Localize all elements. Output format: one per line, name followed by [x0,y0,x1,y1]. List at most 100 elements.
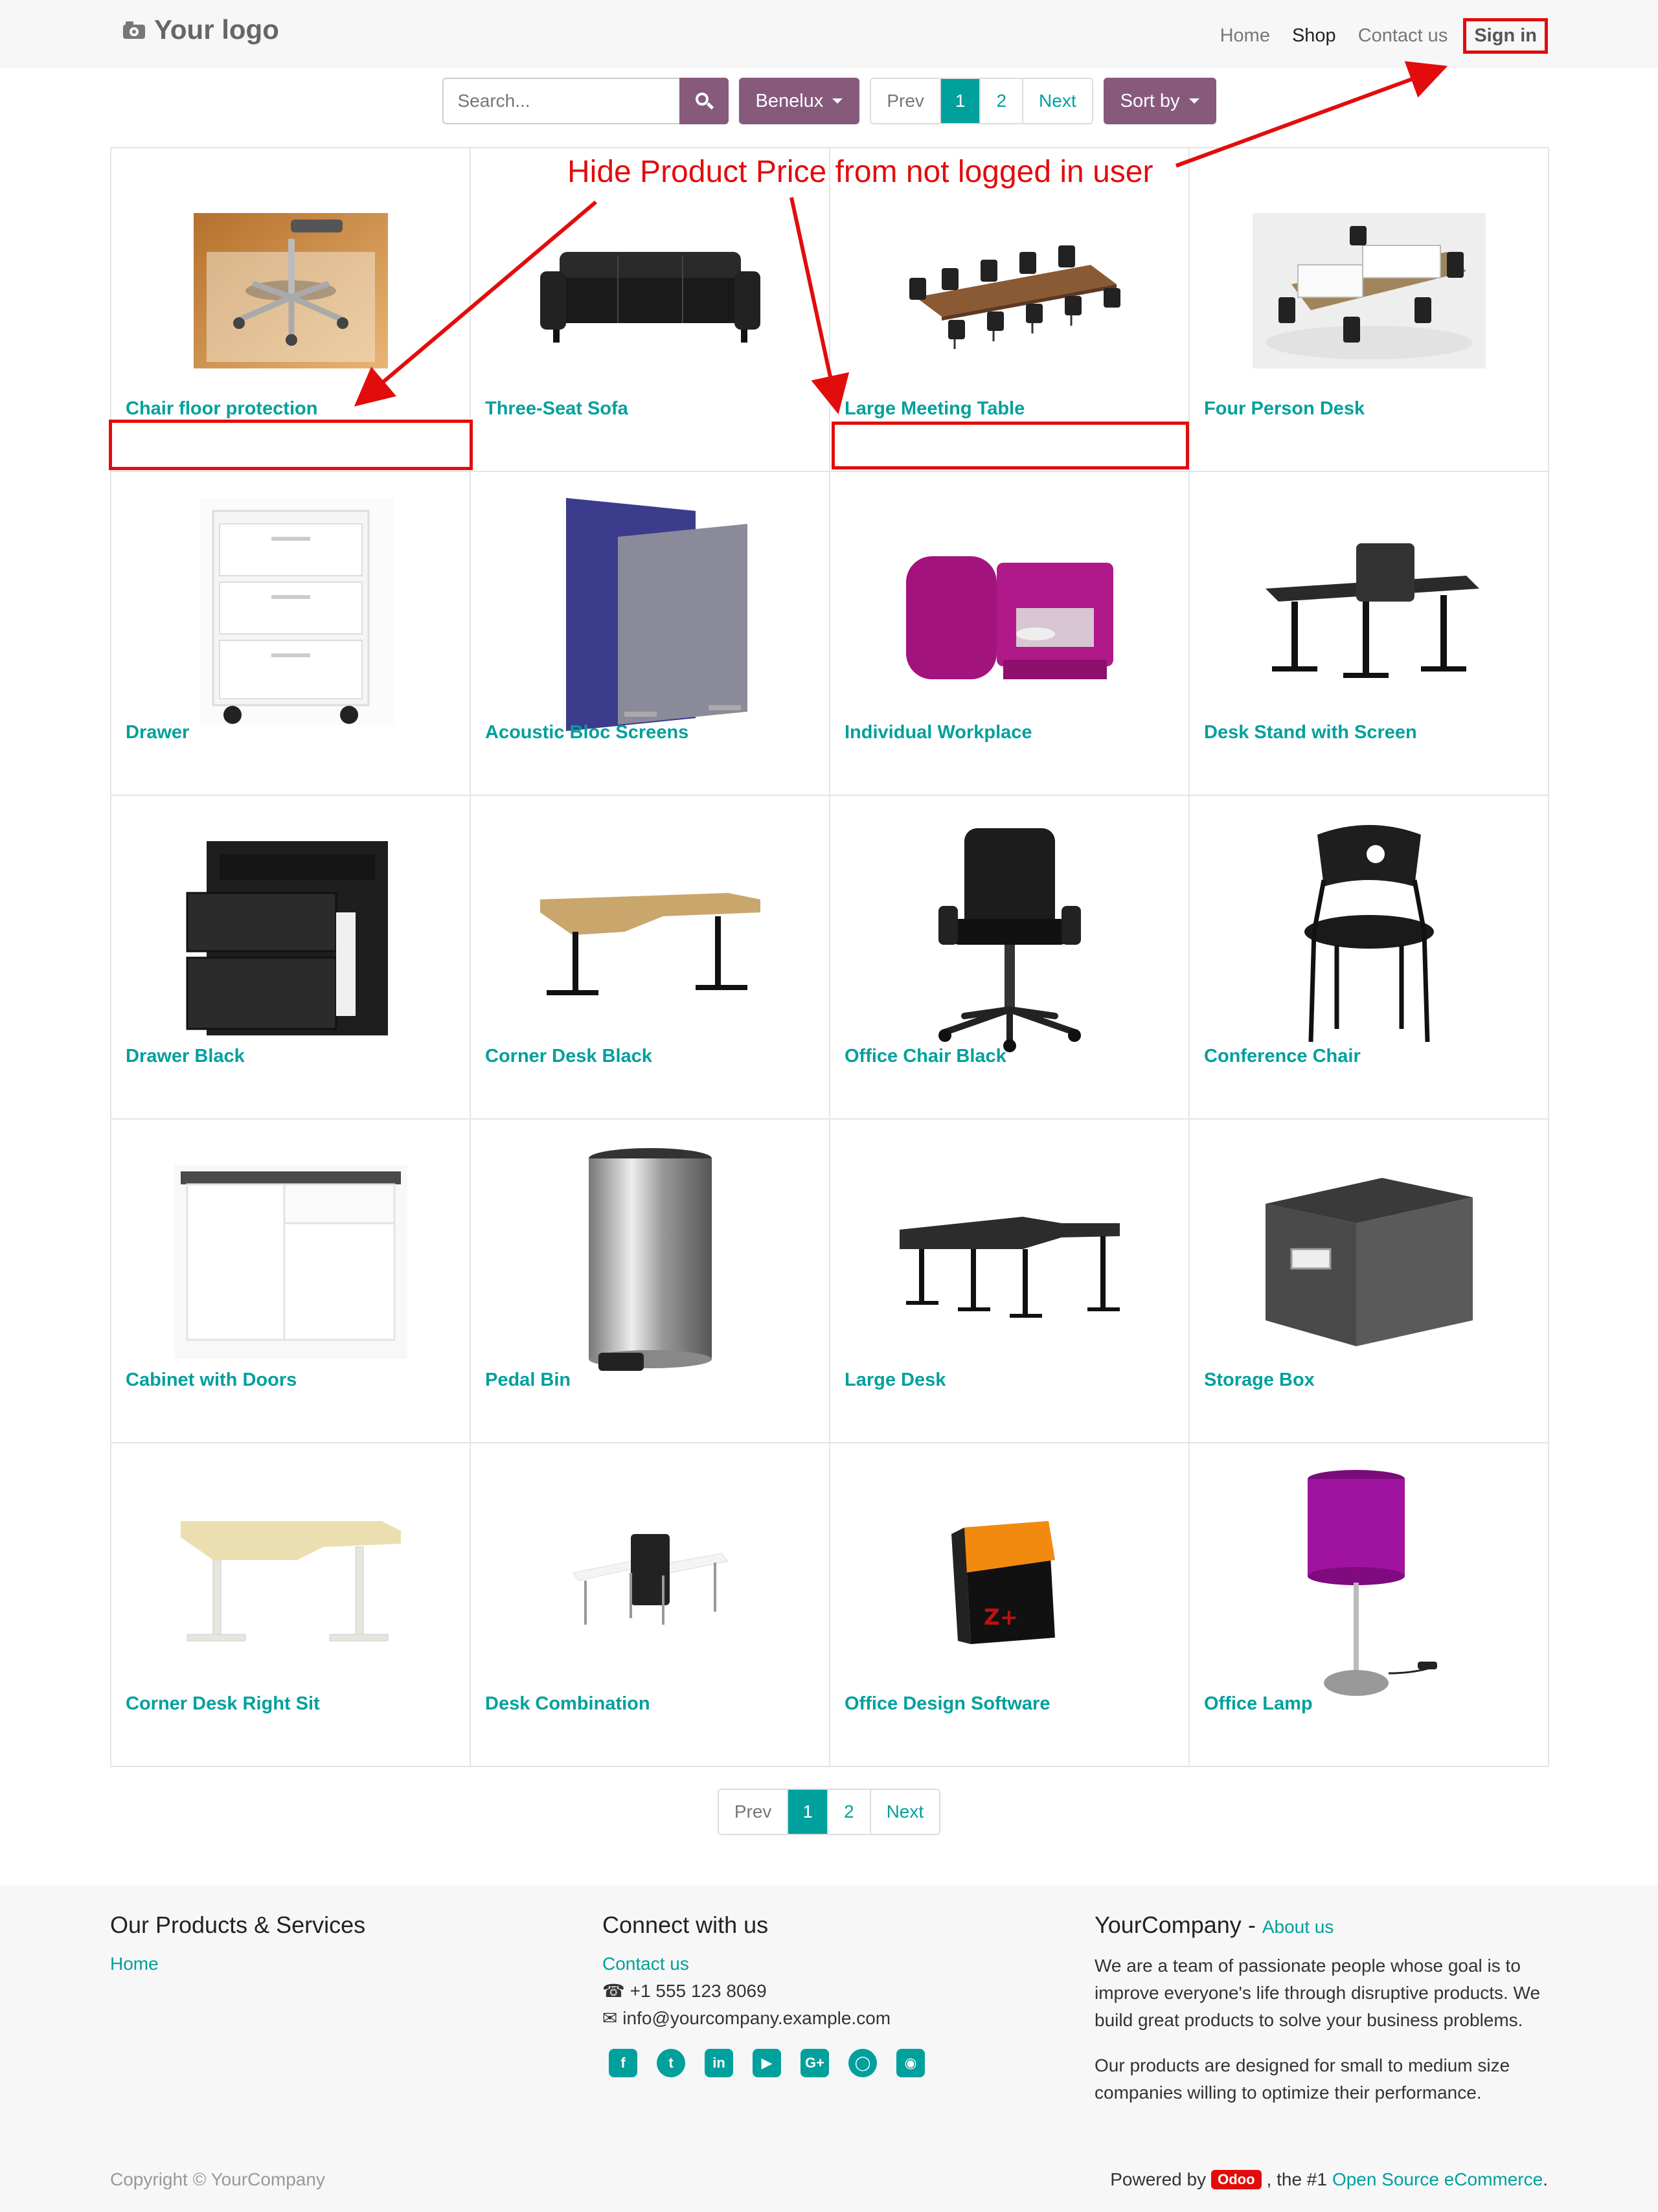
product-image[interactable] [111,1463,470,1709]
product-name[interactable]: Large Meeting Table [845,398,1025,420]
product-name[interactable]: Large Desk [845,1370,946,1391]
footer-link-contact[interactable]: Contact us [602,1954,689,1974]
youtube-icon[interactable]: ▶ [753,2049,781,2077]
pricelist-dropdown[interactable]: Benelux [738,78,860,124]
product-image[interactable]: Z+ [830,1463,1188,1709]
product-image[interactable] [1190,815,1548,1061]
twitter-icon[interactable]: t [657,2049,685,2077]
product-image[interactable] [471,1463,829,1709]
pager-next[interactable]: Next [869,1790,940,1834]
pager-page-1[interactable]: 1 [939,79,980,123]
product-name[interactable]: Office Chair Black [845,1046,1006,1067]
pager-page-2[interactable]: 2 [979,79,1023,123]
product-image[interactable] [1190,168,1548,414]
product-name[interactable]: Corner Desk Black [485,1046,652,1067]
github-icon[interactable]: ◯ [848,2049,877,2077]
product-image[interactable] [471,491,829,738]
email-address[interactable]: info@yourcompany.example.com [622,2008,891,2028]
product-name[interactable]: Drawer Black [126,1046,245,1067]
product-name[interactable]: Acoustic Bloc Screens [485,722,688,743]
google-plus-icon[interactable]: G+ [801,2049,829,2077]
pager-next[interactable]: Next [1022,79,1092,123]
footer-email: ✉ info@yourcompany.example.com [602,2005,1017,2032]
product-card[interactable]: Individual Workplace [830,472,1190,796]
pager-page-1[interactable]: 1 [787,1790,827,1834]
product-card[interactable]: Large Desk [830,1120,1190,1443]
phone-icon: ☎ [602,1981,625,2001]
product-card[interactable]: Conference Chair [1190,796,1549,1120]
pager-page-2[interactable]: 2 [827,1790,870,1834]
product-grid: Chair floor protection Three-Seat Sofa L… [110,147,1549,1767]
facebook-icon[interactable]: f [609,2049,637,2077]
linkedin-icon[interactable]: in [705,2049,733,2077]
product-image[interactable] [111,815,470,1061]
product-image[interactable] [1190,491,1548,738]
product-image[interactable] [1190,1463,1548,1709]
product-name[interactable]: Desk Combination [485,1693,650,1715]
product-card[interactable]: Four Person Desk [1190,148,1549,472]
product-card[interactable]: Cabinet with Doors [111,1120,471,1443]
nav-contact-us[interactable]: Contact us [1358,25,1448,47]
product-name[interactable]: Corner Desk Right Sit [126,1693,320,1715]
product-name[interactable]: Storage Box [1204,1370,1315,1391]
about-us-link[interactable]: About us [1262,1917,1334,1937]
product-image[interactable] [830,491,1188,738]
sign-in-link[interactable]: Sign in [1474,25,1537,46]
product-card[interactable]: Desk Stand with Screen [1190,472,1549,796]
product-name[interactable]: Individual Workplace [845,722,1032,743]
search-group [442,78,729,124]
product-name[interactable]: Conference Chair [1204,1046,1361,1067]
product-card[interactable]: Desk Combination [471,1443,830,1767]
product-image[interactable] [830,168,1188,414]
pager-prev[interactable]: Prev [718,1790,788,1834]
product-name[interactable]: Chair floor protection [126,398,317,420]
product-name[interactable]: Cabinet with Doors [126,1370,297,1391]
pagination-bottom-wrap: Prev 1 2 Next [0,1789,1658,1835]
product-card[interactable]: Z+ Office Design Software [830,1443,1190,1767]
product-image[interactable] [471,815,829,1061]
product-name[interactable]: Drawer [126,722,189,743]
product-image[interactable] [471,1139,829,1385]
company-description: We are a team of passionate people whose… [1095,1956,1541,2030]
nav-home[interactable]: Home [1220,25,1270,47]
product-name[interactable]: Office Lamp [1204,1693,1313,1715]
logo-text: Your logo [154,14,279,45]
product-card[interactable]: Acoustic Bloc Screens [471,472,830,796]
footer-link-home[interactable]: Home [110,1954,159,1974]
pager-prev[interactable]: Prev [871,79,940,123]
product-image[interactable] [471,168,829,414]
product-image[interactable] [111,1139,470,1385]
product-image[interactable] [830,1139,1188,1385]
product-name[interactable]: Three-Seat Sofa [485,398,628,420]
odoo-logo[interactable]: Odoo [1211,2170,1262,2189]
nav-shop[interactable]: Shop [1292,25,1336,47]
product-card[interactable]: Corner Desk Black [471,796,830,1120]
search-button[interactable] [679,78,729,124]
product-name[interactable]: Pedal Bin [485,1370,571,1391]
search-icon [695,93,714,110]
search-input[interactable] [442,78,679,124]
envelope-icon: ✉ [602,2008,618,2028]
instagram-icon[interactable]: ◉ [896,2049,925,2077]
product-card[interactable]: Three-Seat Sofa [471,148,830,472]
product-card[interactable]: Drawer [111,472,471,796]
product-image[interactable] [111,491,470,738]
product-card[interactable]: Storage Box [1190,1120,1549,1443]
product-image[interactable] [1190,1139,1548,1385]
product-image[interactable] [830,815,1188,1061]
phone-number: +1 555 123 8069 [630,1981,767,2001]
product-card[interactable]: Pedal Bin [471,1120,830,1443]
product-card[interactable]: Corner Desk Right Sit [111,1443,471,1767]
powered-prefix: Powered by [1110,2169,1207,2189]
product-card[interactable]: Office Chair Black [830,796,1190,1120]
sort-dropdown[interactable]: Sort by [1103,78,1216,124]
product-card[interactable]: Drawer Black [111,796,471,1120]
product-name[interactable]: Desk Stand with Screen [1204,722,1417,743]
site-logo[interactable]: Your logo [123,14,279,45]
product-name[interactable]: Office Design Software [845,1693,1050,1715]
open-source-ecommerce-link[interactable]: Open Source eCommerce [1332,2169,1543,2190]
product-name[interactable]: Four Person Desk [1204,398,1365,420]
product-card[interactable]: Office Lamp [1190,1443,1549,1767]
sort-label: Sort by [1120,90,1180,111]
product-image[interactable] [111,168,470,414]
